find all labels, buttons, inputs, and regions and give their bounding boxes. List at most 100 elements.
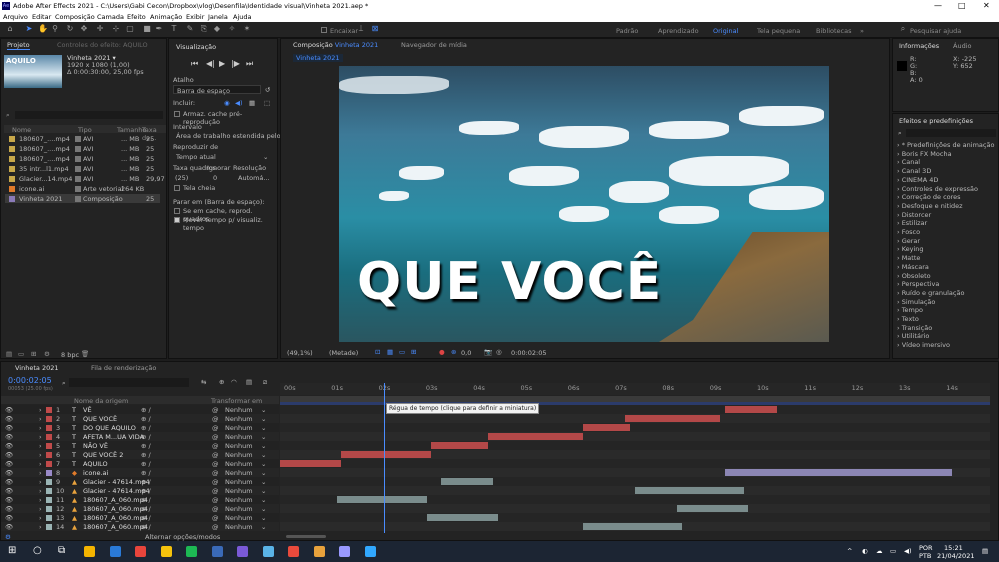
frame-blending-icon[interactable]: ▤ [246,378,252,386]
transparency-grid-icon[interactable]: ▦ [387,348,393,356]
playhead[interactable] [384,383,386,533]
taskbar-app-icon[interactable] [186,546,197,557]
pickwhip-icon[interactable]: @ [212,478,219,486]
taxa-select[interactable]: (25) [175,174,188,182]
parent-select[interactable]: Nenhum [225,469,253,477]
shy-layers-icon[interactable]: ◠ [231,378,237,386]
pickwhip-icon[interactable]: @ [212,406,219,414]
effect-category[interactable]: › Gerar [897,237,920,245]
bit-depth-label[interactable]: 8 bpc [61,351,79,359]
eye-icon[interactable]: 👁 [5,469,13,477]
taskbar-app-icon[interactable] [339,546,350,557]
layer-duration-bar[interactable] [431,442,489,449]
timeline-layer-row[interactable]: 👁 › 9 ▲ Glacier - 47614.mp4 ⊕ / @ Nenhum… [1,477,279,486]
pickwhip-icon[interactable]: @ [212,415,219,423]
layer-switches-icon[interactable]: ⊕ / [141,487,151,495]
project-item[interactable]: 180607_....mp4 AVI ... MB 25 [5,154,160,163]
parent-select[interactable]: Nenhum [225,406,253,414]
include-audio-icon[interactable]: ◀) [235,99,243,107]
taskbar-app-icon[interactable] [288,546,299,557]
expand-arrow-icon[interactable]: › [39,433,42,441]
tab-composicao[interactable]: Composição Vinheta 2021 [293,41,378,49]
layer-name[interactable]: QUE VOCÊ 2 [83,451,123,459]
pan-behind-tool-icon[interactable]: ✛ [96,25,104,33]
project-item[interactable]: 180607_....mp4 AVI ... MB 25 [5,144,160,153]
volume-icon[interactable]: ◀) [904,547,912,555]
resolucao-select[interactable]: Automá... [238,174,270,182]
effect-category[interactable]: › Estilizar [897,219,927,227]
search-taskbar-icon[interactable]: ○ [33,545,42,556]
effect-category[interactable]: › Matte [897,254,920,262]
project-search-input[interactable] [15,111,163,119]
language-indicator[interactable]: POR [919,544,933,552]
expand-arrow-icon[interactable]: › [39,469,42,477]
play-icon[interactable]: ▶ [219,59,225,68]
parent-select[interactable]: Nenhum [225,496,253,504]
effect-category[interactable]: › Fosco [897,228,920,236]
layer-name[interactable]: VÊ [83,406,92,414]
workspace-aprendizado[interactable]: Aprendizado [658,27,699,35]
effects-search-input[interactable] [906,129,996,137]
timeline-layer-row[interactable]: 👁 › 13 ▲ 180607_A_060.mp4 ⊕ / @ Nenhum ⌄ [1,513,279,522]
layer-name[interactable]: QUE VOCÊ [83,415,117,423]
eye-icon[interactable]: 👁 [5,451,13,459]
guides-icon[interactable]: ⊞ [411,348,416,356]
effect-category[interactable]: › Keying [897,245,924,253]
hand-tool-icon[interactable]: ✋ [38,25,48,33]
effect-category[interactable]: › Vídeo imersivo [897,341,950,349]
effect-category[interactable]: › Obsoleto [897,272,931,280]
layer-duration-bar[interactable] [488,433,583,440]
layer-duration-bar[interactable] [582,424,631,431]
layer-name[interactable]: AFETA M...UA VIDA [83,433,144,441]
timeline-layer-row[interactable]: 👁 › 8 ◆ icone.ai ⊕ / @ Nenhum ⌄ [1,468,279,477]
menu-composicao[interactable]: Composição [55,13,95,21]
timeline-layer-row[interactable]: 👁 › 6 T QUE VOCÊ 2 ⊕ / @ Nenhum ⌄ [1,450,279,459]
new-comp-icon[interactable]: ⊞ [31,350,36,358]
layer-name[interactable]: Glacier - 47614.mp4 [83,487,150,495]
keyboard-indicator[interactable]: PTB [919,552,931,560]
workspace-bibliotecas[interactable]: Bibliotecas [816,27,851,35]
tab-audio[interactable]: Áudio [953,42,971,50]
first-frame-icon[interactable]: ⏮ [191,59,198,69]
layer-label-color[interactable] [46,523,52,532]
tab-navegador-midia[interactable]: Navegador de mídia [401,41,467,49]
layer-switches-icon[interactable]: ⊕ / [141,505,151,513]
minimize-button[interactable]: — [934,1,942,10]
tab-projeto[interactable]: Projeto [7,41,30,50]
onedrive-icon[interactable]: ☁ [876,547,883,555]
effect-category[interactable]: › Utilitário [897,332,929,340]
layer-name[interactable]: 180607_A_060.mp4 [83,514,148,522]
pickwhip-icon[interactable]: @ [212,433,219,441]
expand-arrow-icon[interactable]: › [39,424,42,432]
selection-tool-icon[interactable]: ➤ [25,25,33,33]
expand-arrow-icon[interactable]: › [39,514,42,522]
expand-arrow-icon[interactable]: › [39,487,42,495]
effect-category[interactable]: › Tempo [897,306,923,314]
mask-tool-icon[interactable]: ▢ [126,25,134,33]
layer-switches-icon[interactable]: ⊕ / [141,514,151,522]
pickwhip-icon[interactable]: @ [212,469,219,477]
taskbar-app-icon[interactable] [237,546,248,557]
pen-tool-icon[interactable]: ✒ [155,25,163,33]
clock-date[interactable]: 21/04/2021 [937,552,974,560]
expand-arrow-icon[interactable]: › [39,496,42,504]
effect-category[interactable]: › * Predefinições de animação [897,141,994,149]
timeline-search-icon[interactable]: ⌕ [62,379,66,388]
resolution-select[interactable]: (Metade) [329,349,358,357]
expand-arrow-icon[interactable]: › [39,415,42,423]
layer-duration-bar[interactable] [336,496,427,503]
timeline-search-input[interactable] [69,378,189,387]
reproduzir-select[interactable]: Tempo atual ⌄ [173,152,271,161]
timeline-layer-row[interactable]: 👁 › 1 T VÊ ⊕ / @ Nenhum ⌄ [1,405,279,414]
taskbar-app-icon[interactable] [313,546,325,557]
project-item[interactable]: icone.ai Arte vetorial 264 KB [5,184,160,193]
layer-switches-icon[interactable]: ⚙ [5,533,11,541]
parent-select[interactable]: Nenhum [225,460,253,468]
pickwhip-icon[interactable]: @ [212,487,219,495]
roto-brush-tool-icon[interactable]: ✧ [228,25,236,33]
zoom-tool-icon[interactable]: ⚲ [51,25,59,33]
eye-icon[interactable]: 👁 [5,460,13,468]
network-icon[interactable]: ▭ [890,547,896,555]
tray-chevron-icon[interactable]: ^ [847,547,852,555]
layer-duration-bar[interactable] [677,505,749,512]
